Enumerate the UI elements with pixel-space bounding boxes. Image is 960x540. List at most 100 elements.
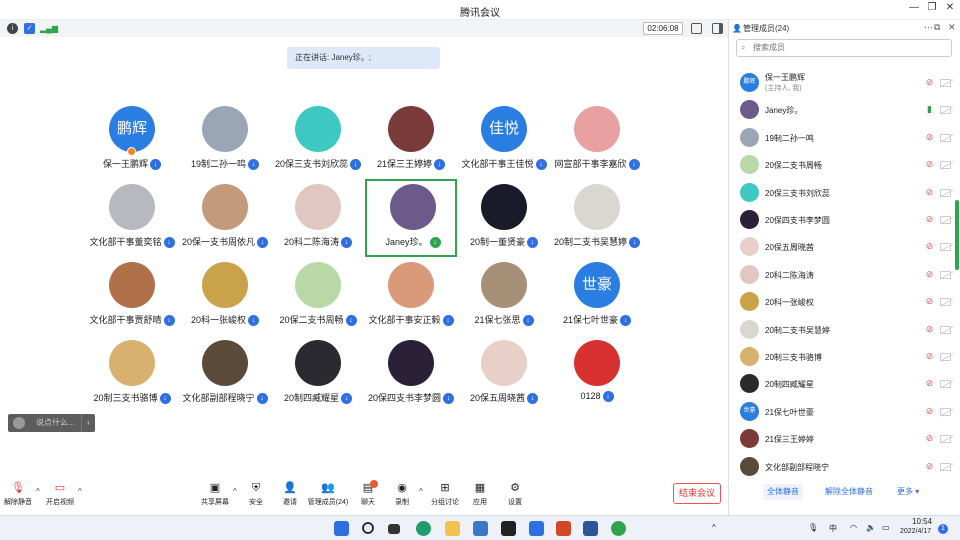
participant-tile[interactable]: 20科二陈海涛 ↓ (272, 181, 364, 259)
apps-button[interactable]: ▦ 应用 (468, 481, 492, 509)
folder-icon[interactable] (445, 521, 460, 536)
popout-icon[interactable]: ⧉ (934, 22, 940, 33)
participant-tile[interactable]: 0128 ↓ (551, 337, 643, 415)
participant-tile[interactable]: 20保四支书李梦圆 ↓ (365, 337, 457, 415)
clock-date[interactable]: 2022/4/17 (900, 528, 931, 535)
participant-tile[interactable]: 20制三支书骆博 ↓ (86, 337, 178, 415)
member-row[interactable]: 文化部副部程晓宁 ⊘ (729, 453, 960, 480)
participant-tile[interactable]: 20保五周晓茜 ↓ (458, 337, 550, 415)
participant-tile[interactable]: 20制四臧耀星 ↓ (272, 337, 364, 415)
member-row[interactable]: 21保三王婷婷 ⊘ (729, 425, 960, 452)
ime-indicator[interactable]: 中 (829, 523, 837, 534)
camera-off-icon[interactable] (940, 325, 951, 334)
member-row[interactable]: 20保四支书李梦圆 ⊘ (729, 206, 960, 233)
chevron-up-icon[interactable]: ^ (419, 487, 423, 496)
mic-off-icon[interactable]: ⊘ (925, 378, 934, 389)
chevron-up-icon[interactable]: ^ (36, 487, 40, 496)
camera-off-icon[interactable] (940, 380, 951, 389)
battery-icon[interactable]: ▭ (882, 523, 890, 532)
camera-off-icon[interactable] (940, 407, 951, 416)
participant-tile[interactable]: 佳悦 文化部干事王佳悦 ↓ (458, 103, 550, 181)
participant-tile[interactable]: 网宣部干事李嘉欣 ↓ (551, 103, 643, 181)
chevron-up-icon[interactable]: ^ (233, 487, 237, 496)
close-panel-icon[interactable]: ✕ (948, 22, 956, 33)
mic-icon[interactable]: 🎙 (808, 523, 818, 532)
participant-tile[interactable]: Janey珍。 ↓ (365, 179, 457, 257)
clock-time[interactable]: 10:54 (912, 517, 932, 526)
mic-off-icon[interactable]: ⊘ (925, 77, 934, 88)
chevron-left-icon[interactable]: ‹ (81, 414, 95, 432)
security-button[interactable]: ⛨ 安全 (244, 481, 268, 509)
minimize-icon[interactable]: — (906, 2, 922, 13)
camera-off-icon[interactable] (940, 79, 951, 87)
manage-members-button[interactable]: 👥 管理成员(24) (306, 481, 350, 509)
participant-tile[interactable]: 19制二孙一鸣 ↓ (179, 103, 271, 181)
layout-icon[interactable] (712, 23, 723, 34)
participant-tile[interactable]: 鹏辉 保一王鹏辉 ↓ (86, 103, 178, 181)
member-row[interactable]: Janey珍。 ▮ (729, 96, 960, 123)
chevron-up-icon[interactable]: ^ (78, 487, 82, 496)
camera-off-icon[interactable] (940, 106, 951, 115)
member-row[interactable]: 20保五周晓茜 ⊘ (729, 233, 960, 260)
restore-icon[interactable]: ❐ (924, 2, 940, 13)
mic-off-icon[interactable]: ⊘ (925, 214, 934, 225)
mic-off-icon[interactable]: ⊘ (925, 406, 934, 417)
edge-icon[interactable] (416, 521, 431, 536)
tray-chevron-icon[interactable]: ^ (712, 523, 716, 532)
mic-off-icon[interactable]: ⊘ (925, 433, 934, 444)
participant-tile[interactable]: 20制二支书吴慧婷 ↓ (551, 181, 643, 259)
participant-tile[interactable]: 20保一支书周依凡 ↓ (179, 181, 271, 259)
member-row[interactable]: 世豪 21保七叶世豪 ⊘ (729, 398, 960, 425)
mute-button[interactable]: 🎙 解除静音 (3, 481, 33, 509)
wifi-icon[interactable]: ◠ (850, 523, 857, 532)
mic-off-icon[interactable]: ⊘ (925, 159, 934, 170)
word-icon[interactable] (583, 521, 598, 536)
mic-off-icon[interactable]: ⊘ (925, 132, 934, 143)
signal-icon[interactable]: ▂▄▆ (40, 24, 58, 33)
participant-tile[interactable]: 文化部干事贾舒晴 ↓ (86, 259, 178, 337)
mic-on-icon[interactable]: ▮ (925, 104, 934, 115)
shield-icon[interactable]: ✓ (24, 23, 35, 34)
unmute-all-button[interactable]: 解除全体静音 (821, 484, 877, 500)
member-row[interactable]: 20制四臧耀星 ⊘ (729, 370, 960, 397)
camera-off-icon[interactable] (940, 270, 951, 279)
app-icon[interactable] (501, 521, 516, 536)
mic-off-icon[interactable]: ⊘ (925, 269, 934, 280)
member-row[interactable]: 20科二陈海涛 ⊘ (729, 261, 960, 288)
record-button[interactable]: ◉ 录制 (390, 481, 414, 509)
more-options-icon[interactable]: ··· (924, 22, 933, 32)
member-search[interactable]: ⌕ (736, 39, 952, 57)
volume-icon[interactable]: 🔈 (866, 523, 876, 532)
participant-tile[interactable]: 文化部干事安正毅 ↓ (365, 259, 457, 337)
member-row[interactable]: 鹏辉 保一王鹏辉 (主持人, 我) ⊘ (729, 69, 960, 96)
camera-off-icon[interactable] (940, 353, 951, 361)
mic-off-icon[interactable]: ⊘ (925, 187, 934, 198)
participant-tile[interactable]: 20保三支书刘欣蕊 ↓ (272, 103, 364, 181)
participant-tile[interactable]: 文化部副部程晓宁 ↓ (179, 337, 271, 415)
camera-off-icon[interactable] (940, 188, 951, 197)
camera-off-icon[interactable] (940, 243, 951, 252)
chat-mini-bar[interactable]: 说点什么... ‹ (8, 414, 95, 432)
settings-button[interactable]: ⚙ 设置 (503, 481, 527, 509)
search-icon[interactable] (362, 522, 374, 534)
more-button[interactable]: 更多 ▾ (893, 484, 923, 500)
mic-off-icon[interactable]: ⊘ (925, 324, 934, 335)
camera-off-icon[interactable] (940, 161, 951, 170)
mic-off-icon[interactable]: ⊘ (925, 461, 934, 472)
member-row[interactable]: 19制二孙一鸣 ⊘ (729, 124, 960, 151)
start-icon[interactable] (334, 521, 349, 536)
participant-tile[interactable]: 文化部干事董奕铭 ↓ (86, 181, 178, 259)
powerpoint-icon[interactable] (556, 521, 571, 536)
search-input[interactable] (753, 43, 933, 52)
end-meeting-button[interactable]: 结束会议 (673, 483, 721, 504)
camera-off-icon[interactable] (940, 462, 951, 471)
participant-tile[interactable]: 20科一张峻权 ↓ (179, 259, 271, 337)
camera-off-icon[interactable] (940, 216, 951, 224)
info-icon[interactable]: i (7, 23, 18, 34)
task-view-icon[interactable] (388, 524, 400, 534)
participant-tile[interactable]: 20保二支书周畅 ↓ (272, 259, 364, 337)
mute-all-button[interactable]: 全体静音 (763, 484, 803, 500)
member-row[interactable]: 20制三支书骆博 ⊘ (729, 343, 960, 370)
mic-off-icon[interactable]: ⊘ (925, 351, 934, 362)
participant-tile[interactable]: 20制一董贤豪 ↓ (458, 181, 550, 259)
